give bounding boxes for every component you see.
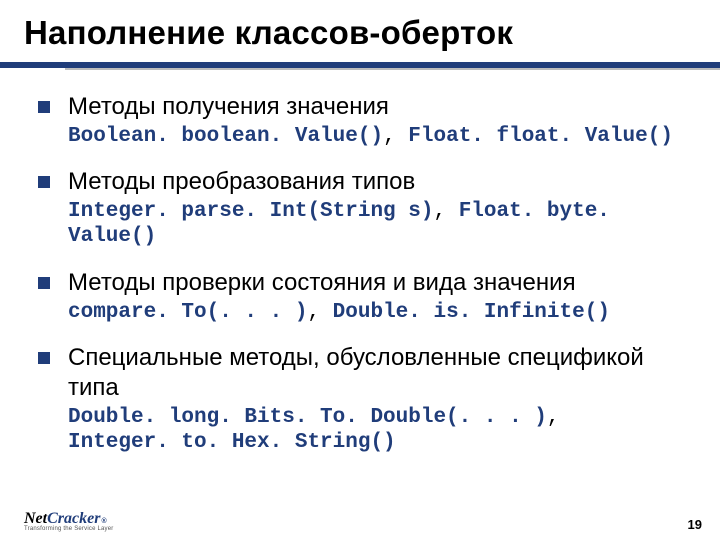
content-area: Методы получения значения Boolean. boole… xyxy=(0,70,720,455)
square-bullet-icon xyxy=(38,352,50,364)
item-heading: Методы преобразования типов xyxy=(68,167,698,197)
item-heading: Специальные методы, обусловленные специф… xyxy=(68,343,698,403)
item-heading: Методы проверки состояния и вида значени… xyxy=(68,268,698,298)
square-bullet-icon xyxy=(38,277,50,289)
code-part-a: compare. To(. . . ) xyxy=(68,301,307,324)
code-part-b: Double. is. Infinite() xyxy=(333,301,610,324)
item-code: Boolean. boolean. Value(), Float. float.… xyxy=(68,124,698,149)
page-number: 19 xyxy=(688,517,702,532)
code-part-b: Integer. to. Hex. String() xyxy=(68,431,396,454)
item-code: Integer. parse. Int(String s), Float. by… xyxy=(68,199,698,249)
logo-tagline: Transforming the Service Layer xyxy=(24,526,113,532)
square-bullet-icon xyxy=(38,101,50,113)
list-item: Методы преобразования типов Integer. par… xyxy=(38,167,698,249)
code-part-b: Float. float. Value() xyxy=(408,125,673,148)
list-item: Методы проверки состояния и вида значени… xyxy=(38,268,698,325)
code-part-a: Boolean. boolean. Value() xyxy=(68,125,383,148)
company-logo: NetCracker® Transforming the Service Lay… xyxy=(24,510,113,532)
item-code: compare. To(. . . ), Double. is. Infinit… xyxy=(68,300,698,325)
item-code: Double. long. Bits. To. Double(. . . ), I… xyxy=(68,405,698,455)
list-item: Методы получения значения Boolean. boole… xyxy=(38,92,698,149)
code-separator: , xyxy=(383,125,408,148)
code-part-a: Integer. parse. Int(String s) xyxy=(68,200,433,223)
code-separator: , xyxy=(307,301,332,324)
code-separator: , xyxy=(547,406,560,429)
trademark-icon: ® xyxy=(101,518,106,525)
square-bullet-icon xyxy=(38,176,50,188)
list-item: Специальные методы, обусловленные специф… xyxy=(38,343,698,455)
code-part-a: Double. long. Bits. To. Double(. . . ) xyxy=(68,406,547,429)
code-separator: , xyxy=(433,200,458,223)
item-heading: Методы получения значения xyxy=(68,92,698,122)
footer: NetCracker® Transforming the Service Lay… xyxy=(24,510,702,532)
slide-title: Наполнение классов-оберток xyxy=(0,0,720,62)
